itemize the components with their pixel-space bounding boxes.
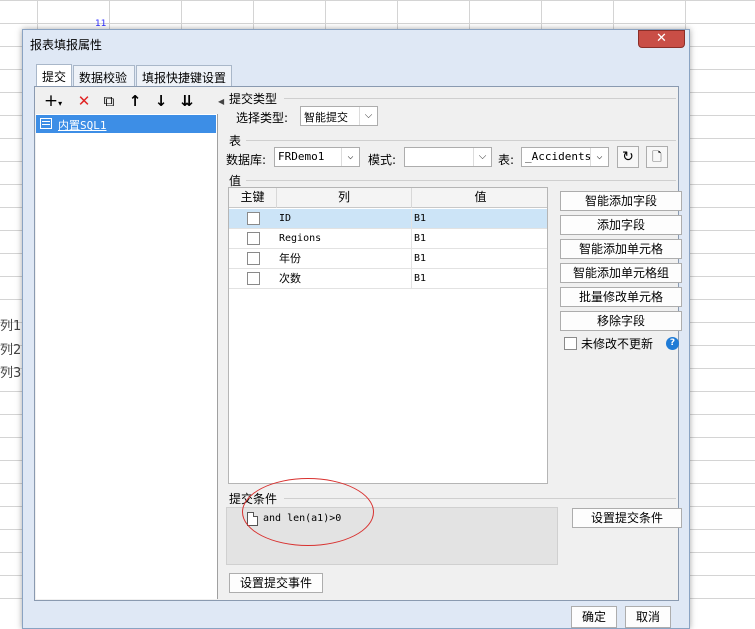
primary-key-checkbox[interactable] xyxy=(247,232,260,245)
move-up-icon[interactable]: ↑ xyxy=(125,92,145,110)
move-down-icon[interactable]: ↓ xyxy=(151,92,171,110)
value-cell[interactable]: B1 xyxy=(412,209,547,229)
chevron-down-icon: ⌵ xyxy=(590,148,608,166)
tab-data-validation[interactable]: 数据校验 xyxy=(73,65,135,87)
database-select[interactable]: FRDemo1 ⌵ xyxy=(274,147,360,167)
primary-key-checkbox[interactable] xyxy=(247,272,260,285)
tab-submit[interactable]: 提交 xyxy=(36,64,72,88)
list-toolbar: +▾ ✕ ⧉ ↑ ↓ ⇊ xyxy=(36,88,218,114)
value-cell[interactable]: B1 xyxy=(412,269,547,289)
table-section-label: 表 xyxy=(229,134,242,148)
database-value: FRDemo1 xyxy=(278,150,325,163)
set-submit-event-button[interactable]: 设置提交事件 xyxy=(229,573,323,593)
sql-table-icon xyxy=(40,118,52,129)
smart-add-field-button[interactable]: 智能添加字段 xyxy=(560,191,682,211)
unmodified-no-update-checkbox[interactable] xyxy=(564,337,577,350)
document-search-icon: 🗋 xyxy=(652,150,662,164)
submit-type-section-label: 提交类型 xyxy=(229,92,278,106)
report-fill-properties-dialog: 报表填报属性 ✕ 提交 数据校验 填报快捷键设置 +▾ ✕ ⧉ ↑ ↓ ⇊ 内置… xyxy=(22,29,690,629)
batch-modify-cell-button[interactable]: 批量修改单元格 xyxy=(560,287,682,307)
delete-icon[interactable]: ✕ xyxy=(74,92,94,110)
tab-fill-shortcut-settings[interactable]: 填报快捷键设置 xyxy=(136,65,232,87)
table-value: _Accidents xyxy=(525,150,592,163)
chevron-down-icon: ⌵ xyxy=(341,148,359,166)
submit-type-label: 选择类型: xyxy=(236,111,289,125)
copy-icon[interactable]: ⧉ xyxy=(99,92,119,110)
column-header-column[interactable]: 列 xyxy=(277,188,412,208)
tree-item-label: 内置SQL1 xyxy=(58,119,107,132)
primary-key-checkbox[interactable] xyxy=(247,212,260,225)
close-button[interactable]: ✕ xyxy=(638,30,685,48)
field-mapping-table: 主键 列 值 ID B1 Regions B1 年份 B1 次数 B1 xyxy=(228,187,548,484)
highlight-annotation xyxy=(242,478,374,546)
value-cell[interactable]: B1 xyxy=(412,249,547,269)
remove-field-button[interactable]: 移除字段 xyxy=(560,311,682,331)
dialog-titlebar[interactable]: 报表填报属性 ✕ xyxy=(23,30,689,58)
chevron-down-icon: ⌵ xyxy=(359,107,377,125)
refresh-icon: ↻ xyxy=(622,149,634,165)
schema-select[interactable]: ⌵ xyxy=(404,147,492,167)
sort-icon[interactable]: ⇊ xyxy=(177,92,197,110)
row-label: 列1 xyxy=(0,319,22,334)
splitter-collapse-icon[interactable]: ◀ xyxy=(218,97,224,106)
row-label: 列2 xyxy=(0,343,22,358)
ok-button[interactable]: 确定 xyxy=(571,606,617,628)
submit-type-value: 智能提交 xyxy=(304,111,348,124)
row-label: 列3 xyxy=(0,366,22,381)
table-label: 表: xyxy=(498,153,515,167)
cancel-button[interactable]: 取消 xyxy=(625,606,671,628)
dialog-title: 报表填报属性 xyxy=(30,38,103,52)
add-field-button[interactable]: 添加字段 xyxy=(560,215,682,235)
smart-add-cell-button[interactable]: 智能添加单元格 xyxy=(560,239,682,259)
schema-label: 模式: xyxy=(368,153,397,167)
column-header-value[interactable]: 值 xyxy=(412,188,547,208)
help-icon[interactable]: ? xyxy=(666,337,679,350)
set-submit-condition-button[interactable]: 设置提交条件 xyxy=(572,508,682,528)
table-row[interactable]: ID B1 xyxy=(229,209,547,229)
table-header: 主键 列 值 xyxy=(229,188,547,208)
preview-table-button[interactable]: 🗋 xyxy=(646,146,668,168)
tree-item-builtin-sql[interactable]: 内置SQL1 xyxy=(36,115,216,133)
refresh-button[interactable]: ↻ xyxy=(617,146,639,168)
submit-list-panel: +▾ ✕ ⧉ ↑ ↓ ⇊ 内置SQL1 xyxy=(36,88,218,599)
column-name-cell[interactable]: 次数 xyxy=(277,269,412,289)
unmodified-no-update-label: 未修改不更新 xyxy=(581,337,654,351)
divider xyxy=(246,140,676,141)
column-number: 11 xyxy=(95,19,107,29)
primary-key-checkbox[interactable] xyxy=(247,252,260,265)
database-label: 数据库: xyxy=(226,153,267,167)
table-row[interactable]: 年份 B1 xyxy=(229,249,547,269)
column-name-cell[interactable]: ID xyxy=(277,209,412,229)
chevron-down-icon: ⌵ xyxy=(473,148,491,166)
column-header-key[interactable]: 主键 xyxy=(229,188,277,208)
add-icon[interactable]: +▾ xyxy=(40,92,66,110)
divider xyxy=(284,98,676,99)
table-row[interactable]: 次数 B1 xyxy=(229,269,547,289)
table-select[interactable]: _Accidents ⌵ xyxy=(521,147,609,167)
column-name-cell[interactable]: 年份 xyxy=(277,249,412,269)
table-row[interactable]: Regions B1 xyxy=(229,229,547,249)
column-name-cell[interactable]: Regions xyxy=(277,229,412,249)
value-cell[interactable]: B1 xyxy=(412,229,547,249)
divider xyxy=(246,180,676,181)
submit-type-select[interactable]: 智能提交 ⌵ xyxy=(300,106,378,126)
smart-add-cell-group-button[interactable]: 智能添加单元格组 xyxy=(560,263,682,283)
